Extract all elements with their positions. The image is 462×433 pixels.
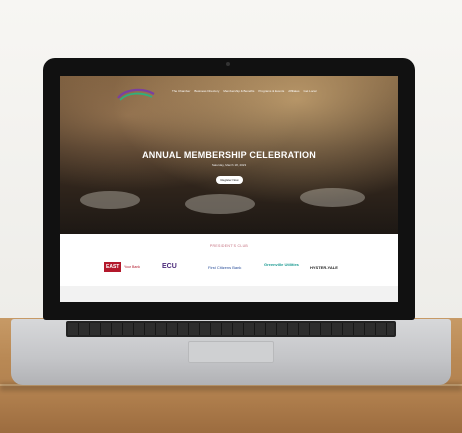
sponsor-logo-greenville-utilities[interactable]: Greenville Utilities (264, 263, 300, 267)
keyboard (66, 321, 396, 337)
keyboard-keys (68, 323, 394, 335)
hero-banner: The Chamber Business Directory Membershi… (60, 76, 398, 234)
laptop-screen: The Chamber Business Directory Membershi… (60, 76, 398, 302)
register-button[interactable]: Register Now (216, 176, 243, 184)
banquet-table (300, 188, 365, 207)
hero-date: Saturday, March 18, 2023 (211, 163, 247, 167)
page-lower-section (60, 286, 398, 302)
sponsor-logo-ecu[interactable]: ECU (162, 263, 177, 270)
nav-item-membership[interactable]: Membership & Benefits (223, 89, 254, 93)
presidents-club-title: PRESIDENT'S CLUB (209, 244, 249, 248)
chamber-logo-icon[interactable] (116, 86, 156, 104)
nav-item-chamber[interactable]: The Chamber (172, 89, 190, 93)
nav-item-affiliates[interactable]: Affiliates (288, 89, 299, 93)
webcam-icon (226, 62, 230, 66)
nav-item-programs[interactable]: Programs & Events (258, 89, 284, 93)
hero-title: ANNUAL MEMBERSHIP CELEBRATION (142, 150, 316, 160)
sponsor-logo-hyster-yale[interactable]: HYSTER-YALE (310, 265, 338, 270)
nav-item-get-local[interactable]: Get Local (304, 89, 317, 93)
laptop-lid: The Chamber Business Directory Membershi… (43, 58, 415, 320)
sponsor-logo-first-citizens[interactable]: First Citizens Bank (208, 265, 241, 270)
desk-front (0, 386, 462, 433)
trackpad[interactable] (188, 341, 274, 363)
sponsor-tagline: Your Bank (124, 265, 141, 269)
nav-item-directory[interactable]: Business Directory (194, 89, 219, 93)
top-nav: The Chamber Business Directory Membershi… (172, 89, 316, 93)
sponsor-logo-east[interactable]: EAST (104, 262, 122, 272)
banquet-table (80, 191, 140, 209)
sponsor-logos: EAST Your Bank ECU First Citizens Bank G… (104, 257, 364, 279)
banquet-table (185, 194, 255, 214)
